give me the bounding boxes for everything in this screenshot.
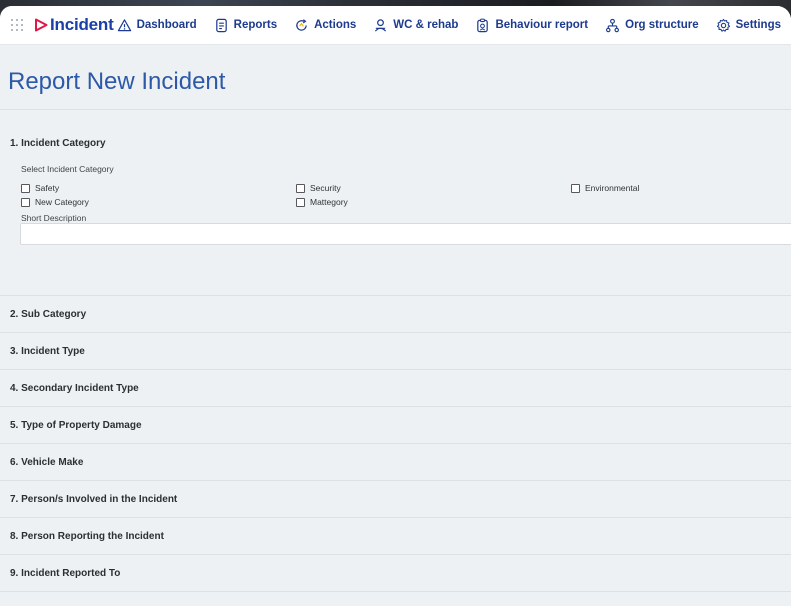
section-next[interactable] [0,591,791,606]
section-label: 8. Person Reporting the Incident [10,531,164,542]
section-reported-to[interactable]: 9. Incident Reported To [0,554,791,591]
nav-actions[interactable]: Actions [294,18,356,33]
nav-label: Reports [233,19,278,31]
nav-label: WC & rehab [393,19,459,31]
nav-dashboard[interactable]: Dashboard [117,18,197,33]
actions-refresh-icon [296,18,307,31]
section-property-damage[interactable]: 5. Type of Property Damage [0,406,791,443]
play-triangle-icon [35,18,48,32]
checkbox-safety[interactable]: Safety [21,183,59,193]
section-incident-type[interactable]: 3. Incident Type [0,332,791,369]
clipboard-icon [477,18,489,32]
checkbox-box[interactable] [21,197,30,207]
section-secondary-incident-type[interactable]: 4. Secondary Incident Type [0,369,791,406]
section-person-reporting[interactable]: 8. Person Reporting the Incident [0,517,791,554]
checkbox-box[interactable] [21,183,30,193]
person-rehab-icon [375,18,387,32]
nav-label: Settings [735,19,781,31]
nav-label: Org structure [625,19,699,31]
brand-name: Incident [50,15,114,34]
brand-logo[interactable]: Incident [34,15,114,35]
section-label: 2. Sub Category [10,309,87,320]
checkbox-mattegory[interactable]: Mattegory [296,197,348,207]
nav-wc-rehab[interactable]: WC & rehab [373,18,458,33]
checkbox-environmental[interactable]: Environmental [571,183,639,193]
gear-icon [716,18,730,32]
checkbox-label: Security [310,183,341,193]
checkbox-new-category[interactable]: New Category [21,197,89,207]
section-label: 6. Vehicle Make [10,457,84,468]
section-label: 3. Incident Type [10,346,85,357]
checkbox-box[interactable] [296,197,305,207]
checkbox-label: Safety [35,183,60,193]
nav-reports[interactable]: Reports [214,18,277,33]
select-category-label: Select Incident Category [21,164,114,174]
checkbox-box[interactable] [571,183,580,193]
nav-label: Actions [314,19,357,31]
short-description-label: Short Description [21,213,87,223]
warning-triangle-icon [117,18,131,31]
org-chart-icon [606,18,620,32]
section-label: 9. Incident Reported To [10,568,121,579]
main-nav: Dashboard Reports Actions WC & rehab Beh… [117,6,781,44]
section-label: 7. Person/s Involved in the Incident [10,494,178,505]
nav-settings[interactable]: Settings [716,18,781,33]
section-sub-category[interactable]: 2. Sub Category [0,295,791,332]
nav-org-structure[interactable]: Org structure [605,18,699,33]
divider [0,109,791,110]
checkbox-label: New Category [35,197,89,207]
checkbox-label: Environmental [585,183,640,193]
top-navigation-bar: Incident Dashboard Reports Actions WC & … [0,6,791,45]
page-title: Report New Incident [8,68,226,95]
checkbox-box[interactable] [296,183,305,193]
report-document-icon [215,18,227,32]
checkbox-label: Mattegory [310,197,348,207]
section-label: 4. Secondary Incident Type [10,383,139,394]
app-grid-icon[interactable] [11,19,23,31]
section-label: 5. Type of Property Damage [10,420,142,431]
nav-label: Dashboard [136,19,197,31]
nav-label: Behaviour report [495,19,589,31]
short-description-input[interactable] [20,223,791,245]
section-incident-category-title[interactable]: 1. Incident Category [10,138,106,149]
nav-behaviour-report[interactable]: Behaviour report [475,18,588,33]
checkbox-security[interactable]: Security [296,183,341,193]
section-persons-involved[interactable]: 7. Person/s Involved in the Incident [0,480,791,517]
app-window: Incident Dashboard Reports Actions WC & … [0,6,791,606]
section-vehicle-make[interactable]: 6. Vehicle Make [0,443,791,480]
